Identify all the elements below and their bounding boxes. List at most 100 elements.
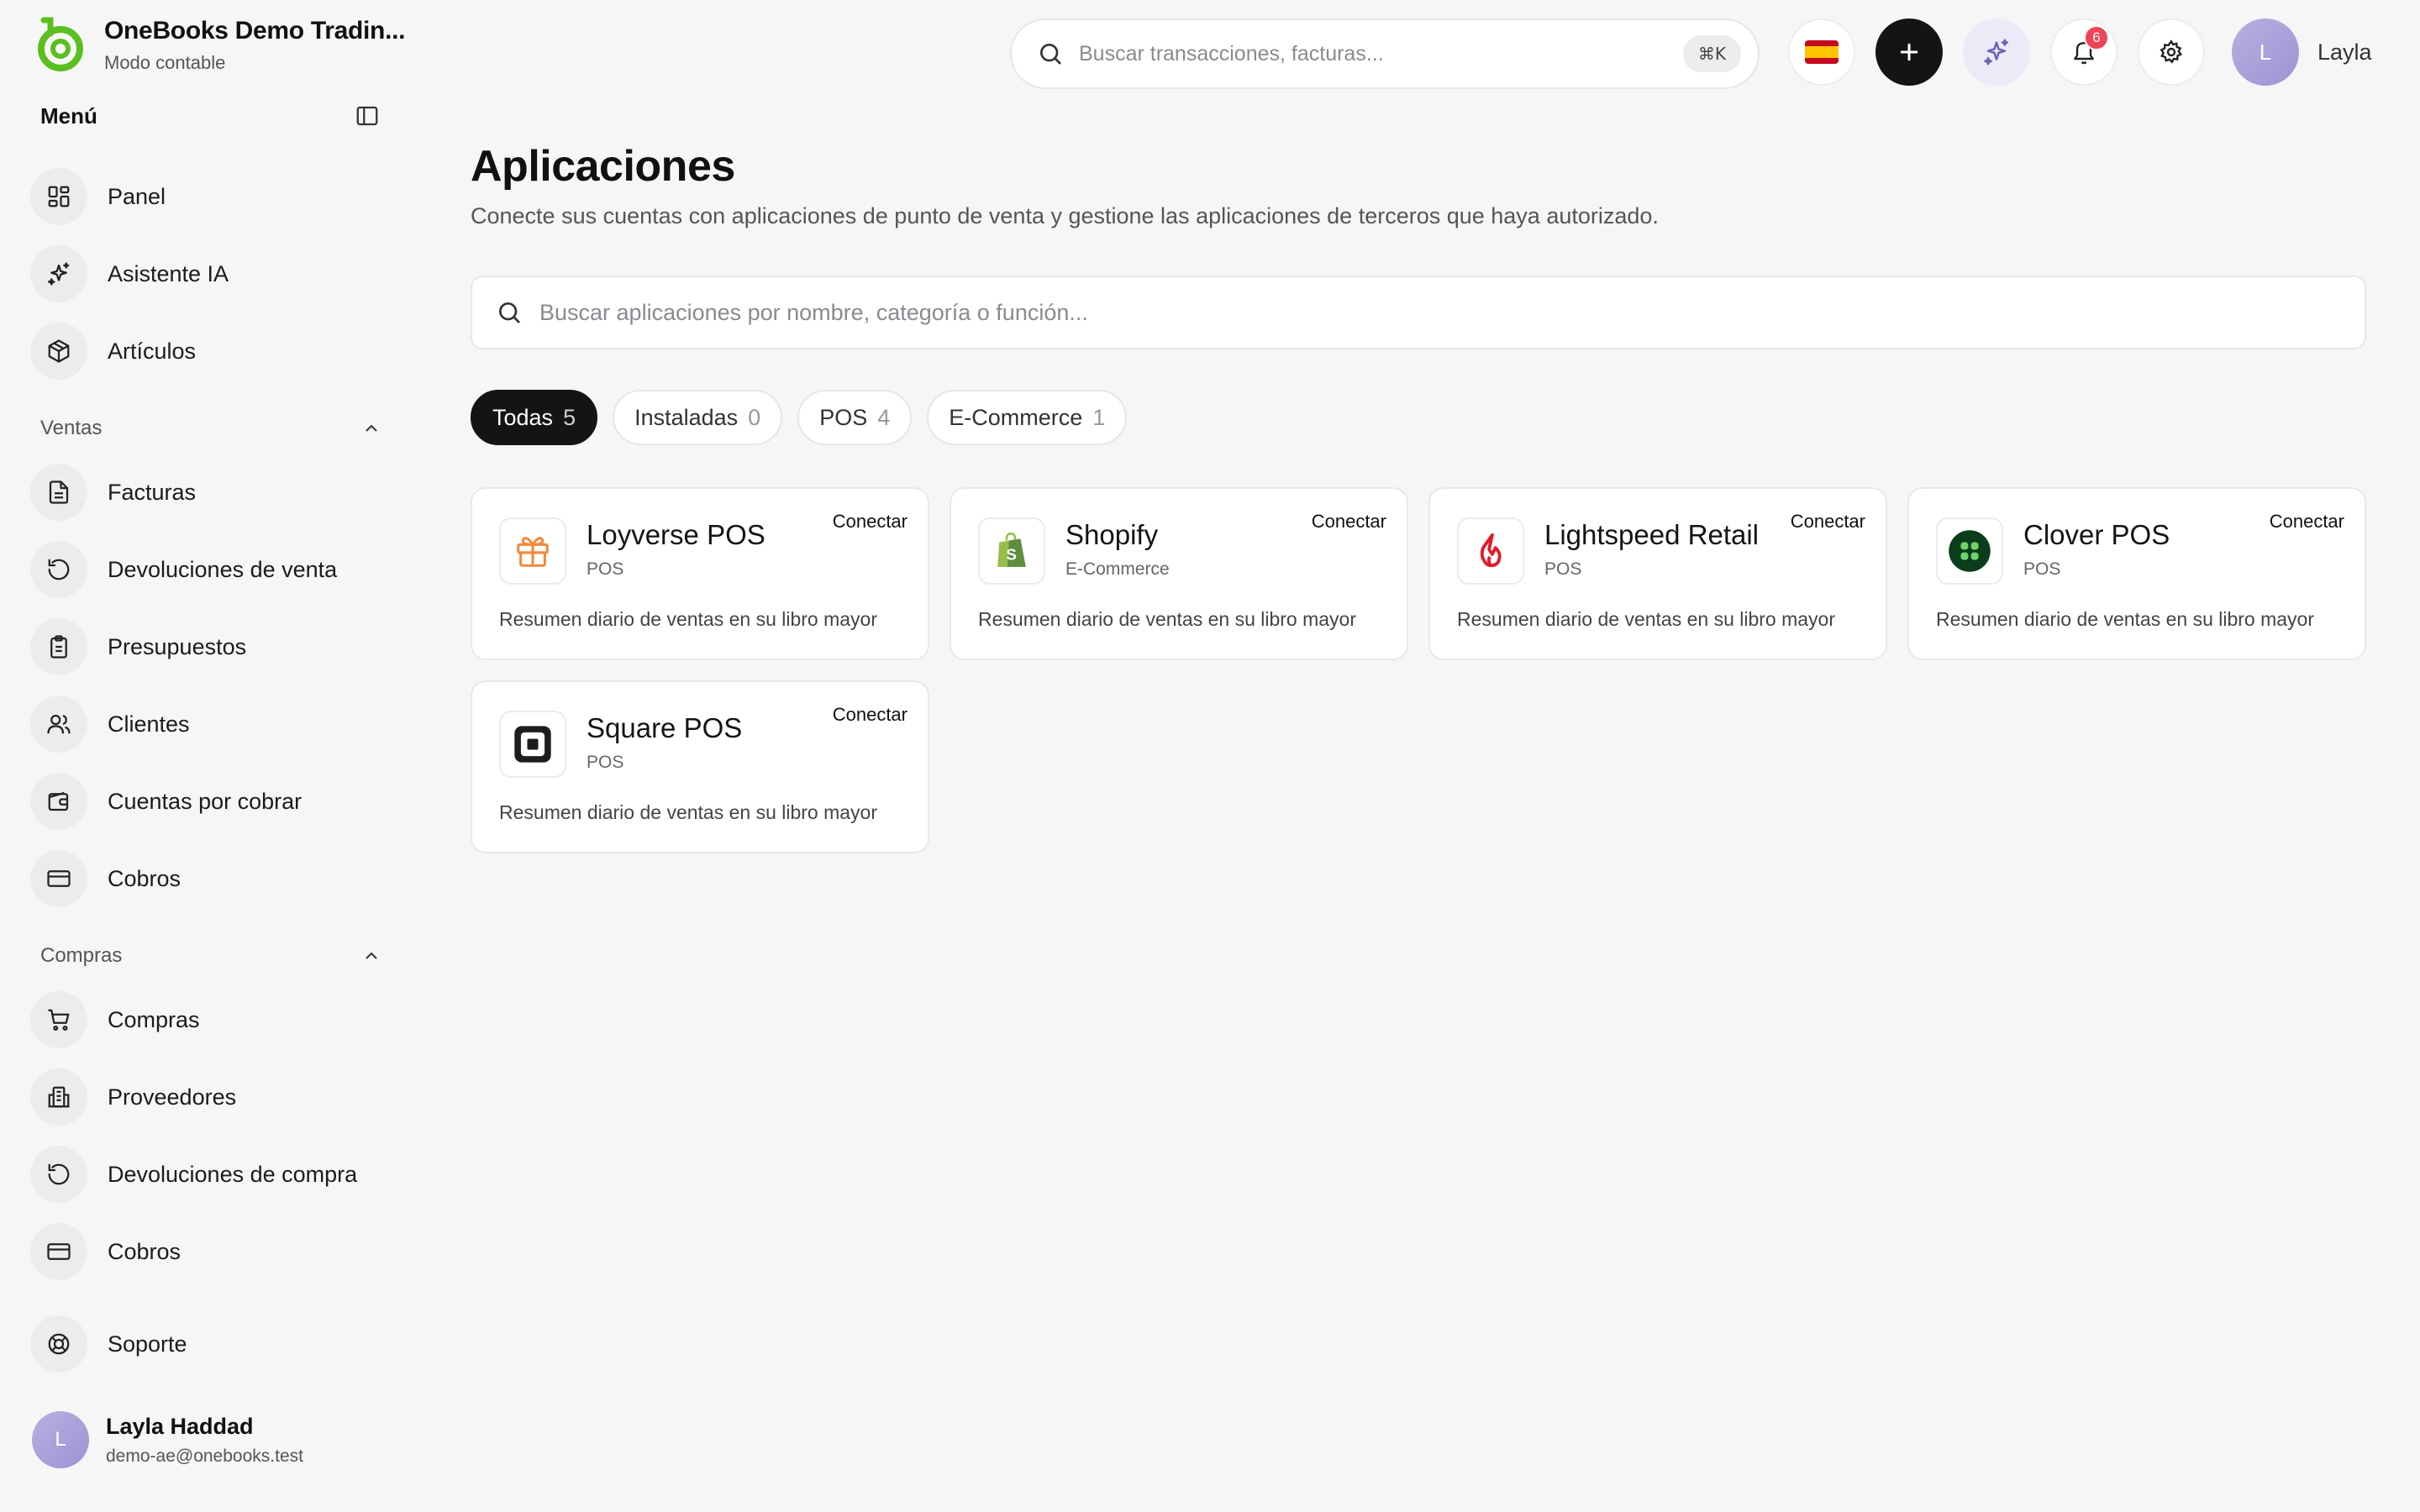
section-title: Ventas	[40, 417, 103, 439]
dashboard-icon	[30, 168, 87, 225]
app-name: Lightspeed Retail	[1544, 519, 1760, 550]
section-compras-header[interactable]: Compras	[40, 941, 381, 971]
header-user-menu[interactable]: L Layla	[2232, 18, 2372, 86]
notification-count-badge: 6	[2084, 25, 2109, 50]
filter-label: Instaladas	[634, 404, 739, 430]
apps-search-input[interactable]	[539, 299, 2341, 326]
sidebar-item-label: Artículos	[108, 338, 197, 364]
brand[interactable]: OneBooks Demo Tradin... Modo contable	[32, 17, 405, 74]
filter-count: 1	[1092, 404, 1106, 430]
sidebar-item-receivables[interactable]: Cuentas por cobrar	[30, 771, 383, 832]
section-title: Compras	[40, 944, 123, 967]
loyverse-logo-icon	[499, 517, 566, 585]
ai-assistant-button[interactable]	[1963, 18, 2030, 86]
filter-tab-ecommerce[interactable]: E-Commerce 1	[927, 390, 1128, 445]
connect-button[interactable]: Conectar	[2270, 511, 2344, 533]
global-search: ⌘K	[1010, 18, 1760, 89]
filter-label: E-Commerce	[949, 404, 1083, 430]
sidebar-item-collections[interactable]: Cobros	[30, 848, 383, 909]
chevron-up-icon	[366, 424, 377, 432]
sidebar-item-label: Cobros	[108, 865, 182, 891]
wallet-icon	[30, 773, 87, 830]
sidebar-item-ai-assistant[interactable]: Asistente IA	[30, 244, 383, 304]
sidebar-item-purchase-returns[interactable]: Devoluciones de compra	[30, 1144, 383, 1205]
app-category: POS	[587, 753, 624, 772]
filter-label: POS	[819, 404, 868, 430]
sidebar-user-card[interactable]: L Layla Haddad demo-ae@onebooks.test	[32, 1411, 303, 1468]
section-ventas-header[interactable]: Ventas	[40, 413, 381, 444]
package-icon	[30, 323, 87, 380]
settings-button[interactable]	[2138, 18, 2205, 86]
app-card-loyverse[interactable]: Loyverse POS POS Conectar Resumen diario…	[471, 487, 929, 660]
filter-tab-pos[interactable]: POS 4	[797, 390, 913, 445]
company-name: OneBooks Demo Tradin...	[104, 17, 406, 45]
shortcut-hint: ⌘K	[1682, 35, 1741, 72]
users-icon	[30, 696, 87, 753]
filter-tabs: Todas 5 Instaladas 0 POS 4 E-Commerce 1	[471, 390, 1142, 445]
sidebar-item-label: Soporte	[108, 1331, 187, 1357]
filter-label: Todas	[492, 404, 554, 430]
sidebar-item-panel[interactable]: Panel	[30, 166, 383, 227]
global-search-input[interactable]	[1079, 41, 1683, 66]
rotate-ccw-icon	[30, 1146, 87, 1203]
apps-search	[471, 276, 2366, 349]
app-card-square[interactable]: Square POS POS Conectar Resumen diario d…	[471, 680, 929, 853]
clover-logo-icon	[1936, 517, 2003, 585]
filter-tab-installed[interactable]: Instaladas 0	[613, 390, 783, 445]
onebooks-logo-icon	[38, 17, 83, 71]
sparkles-icon	[1984, 39, 2009, 66]
sidebar-item-purchases[interactable]: Compras	[30, 990, 383, 1050]
lightspeed-logo-icon	[1457, 517, 1524, 585]
app-category: POS	[1544, 559, 1582, 579]
create-new-button[interactable]	[1876, 18, 1943, 86]
menu-header: Menú	[40, 101, 381, 131]
app-category: E-Commerce	[1065, 559, 1170, 579]
app-description: Resumen diario de ventas en su libro may…	[978, 608, 1357, 630]
sidebar-item-quotes[interactable]: Presupuestos	[30, 617, 383, 677]
sidebar-item-articles[interactable]: Artículos	[30, 321, 383, 381]
app-description: Resumen diario de ventas en su libro may…	[499, 608, 878, 630]
sidebar-item-label: Clientes	[108, 711, 190, 737]
language-button[interactable]	[1788, 18, 1855, 86]
sidebar-item-payments[interactable]: Cobros	[30, 1221, 383, 1282]
sidebar: OneBooks Demo Tradin... Modo contable Me…	[0, 0, 405, 1512]
app-card-lightspeed[interactable]: Lightspeed Retail POS Conectar Resumen d…	[1428, 487, 1887, 660]
app-card-shopify[interactable]: S Shopify E-Commerce Conectar Resumen di…	[950, 487, 1408, 660]
connect-button[interactable]: Conectar	[1312, 511, 1386, 533]
sidebar-item-support[interactable]: Soporte	[30, 1314, 383, 1374]
user-email: demo-ae@onebooks.test	[106, 1446, 303, 1466]
filter-tab-all[interactable]: Todas 5	[471, 390, 598, 445]
company-mode: Modo contable	[104, 52, 226, 73]
search-icon	[1040, 44, 1061, 65]
sidebar-item-invoices[interactable]: Facturas	[30, 462, 383, 522]
search-icon	[499, 302, 520, 323]
connect-button[interactable]: Conectar	[833, 511, 908, 533]
chevron-up-icon	[366, 952, 377, 959]
app-card-clover[interactable]: Clover POS POS Conectar Resumen diario d…	[1907, 487, 2366, 660]
app-description: Resumen diario de ventas en su libro may…	[1936, 608, 2315, 630]
avatar: L	[32, 1411, 89, 1468]
building-icon	[30, 1068, 87, 1126]
sidebar-item-label: Cobros	[108, 1238, 182, 1264]
gear-icon	[2160, 39, 2183, 64]
plus-icon	[1900, 43, 1918, 61]
sidebar-item-customers[interactable]: Clientes	[30, 694, 383, 754]
app-category: POS	[587, 559, 624, 579]
app-description: Resumen diario de ventas en su libro may…	[1457, 608, 1836, 630]
filter-count: 4	[877, 404, 891, 430]
sidebar-item-label: Cuentas por cobrar	[108, 788, 302, 814]
sidebar-item-label: Devoluciones de compra	[108, 1161, 358, 1187]
notifications-button[interactable]: 6	[2050, 18, 2118, 86]
sidebar-item-label: Presupuestos	[108, 633, 247, 659]
credit-card-icon	[30, 1223, 87, 1280]
square-logo-icon	[499, 711, 566, 778]
connect-button[interactable]: Conectar	[1791, 511, 1865, 533]
sidebar-toggle-icon[interactable]	[353, 102, 381, 130]
sidebar-item-sales-returns[interactable]: Devoluciones de venta	[30, 539, 383, 600]
user-name: Layla Haddad	[106, 1413, 254, 1439]
sparkles-icon	[30, 245, 87, 302]
header-user-name: Layla	[2317, 39, 2372, 65]
connect-button[interactable]: Conectar	[833, 704, 908, 726]
sidebar-item-suppliers[interactable]: Proveedores	[30, 1067, 383, 1127]
page-subtitle: Conecte sus cuentas con aplicaciones de …	[471, 203, 1659, 228]
